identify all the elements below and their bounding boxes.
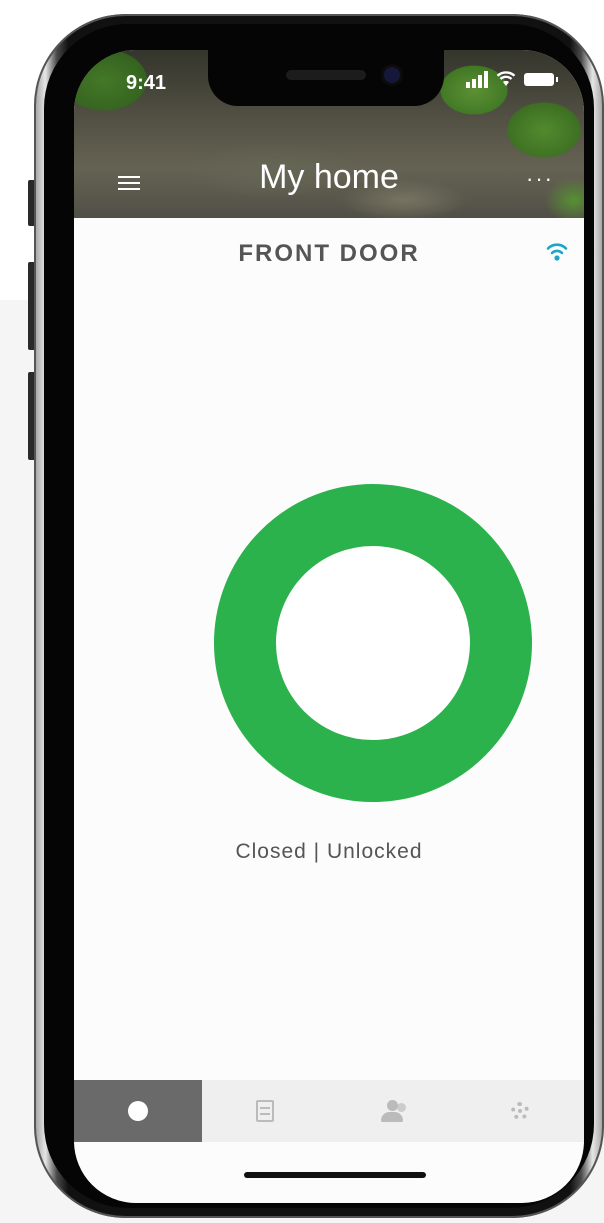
app-screen: 9:41 My home ··· FRONT DOOR Closed | Unl… <box>74 50 584 1203</box>
page-title: My home <box>259 158 399 196</box>
tab-activity[interactable] <box>202 1080 330 1142</box>
lock-dot-icon <box>127 1101 148 1121</box>
lock-name: FRONT DOOR <box>238 240 420 267</box>
front-camera <box>384 67 400 83</box>
list-icon <box>256 1100 275 1122</box>
status-icons <box>466 70 558 88</box>
phone-frame: 9:41 My home ··· FRONT DOOR Closed | Unl… <box>34 14 604 1218</box>
notch <box>208 50 444 106</box>
status-wifi-icon <box>496 71 516 86</box>
tab-settings[interactable] <box>457 1080 585 1142</box>
tab-lock[interactable] <box>74 1080 202 1142</box>
battery-icon <box>524 72 558 86</box>
gear-icon <box>511 1102 530 1120</box>
phone-bezel: 9:41 My home ··· FRONT DOOR Closed | Unl… <box>44 24 594 1208</box>
signal-icon <box>466 70 488 88</box>
users-icon <box>378 1100 408 1122</box>
more-options-icon[interactable]: ··· <box>526 166 554 192</box>
status-time: 9:41 <box>126 72 167 94</box>
lock-toggle-ring[interactable] <box>214 484 532 802</box>
wifi-icon <box>546 243 568 261</box>
tab-bar <box>74 1080 584 1142</box>
tab-users[interactable] <box>329 1080 457 1142</box>
lock-status: Closed | Unlocked <box>235 840 423 863</box>
speaker-grille <box>286 70 366 80</box>
home-indicator[interactable] <box>244 1172 426 1178</box>
